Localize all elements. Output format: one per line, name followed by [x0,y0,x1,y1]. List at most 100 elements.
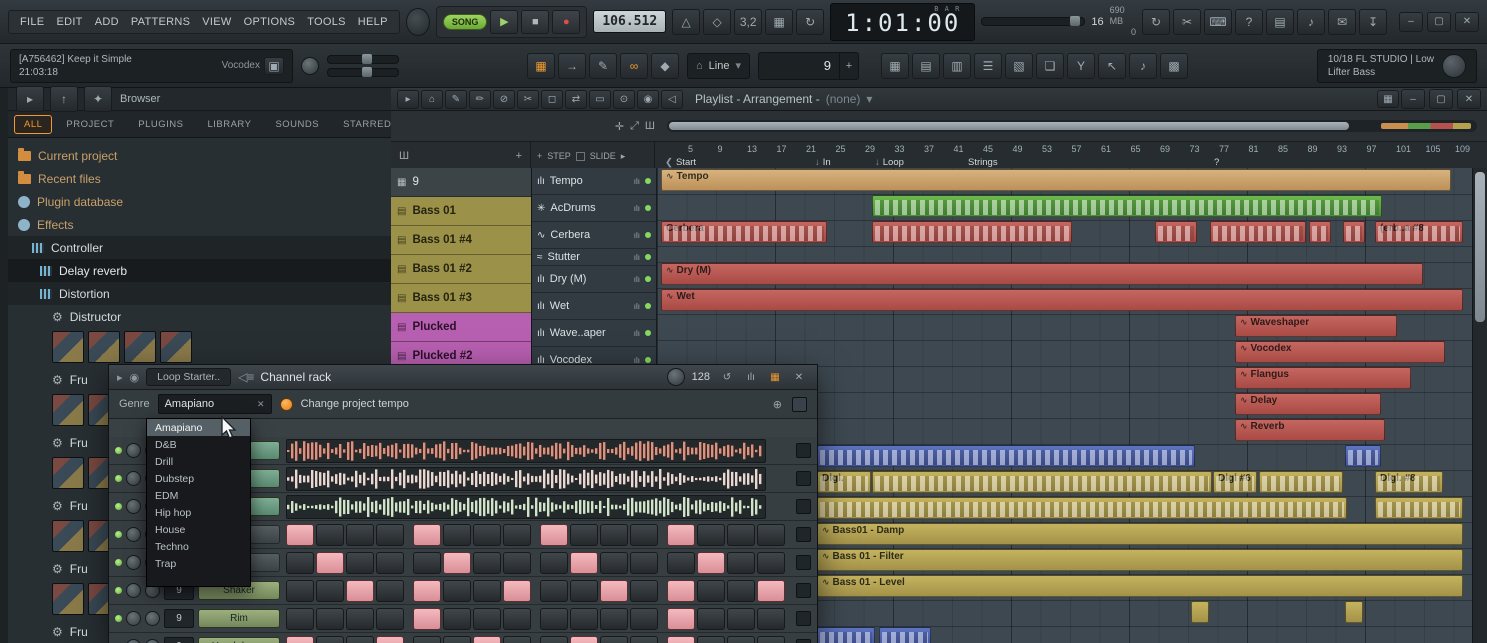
playlist-clip-cerbera[interactable]: Cerbera [661,221,827,243]
pattern-item[interactable]: ▤Bass 01 #2 [391,255,531,284]
collapse-icon[interactable]: ▸ [16,86,44,112]
step-cell[interactable] [727,636,755,643]
volume-knob[interactable] [145,611,160,626]
metronome-icon[interactable]: △ [672,9,700,35]
play-button[interactable]: ▶ [490,10,518,34]
playlist-clip-digi-6[interactable]: Digi #6 [1213,471,1257,493]
track-enable-led[interactable] [645,178,651,184]
step-cell[interactable] [443,524,471,546]
step-cell[interactable] [600,636,628,643]
touch-icon[interactable]: Y [1067,53,1095,79]
playlist-hscrollbar[interactable] [667,120,1477,132]
step-cell[interactable] [727,552,755,574]
slide-toggle[interactable]: SLIDE [590,151,616,161]
volume-knob[interactable] [145,639,160,643]
step-cell[interactable] [757,524,785,546]
step-cell[interactable] [413,608,441,630]
blend-recording-icon[interactable]: ▦ [765,9,793,35]
grid-icon[interactable]: ▦ [765,369,785,385]
preset-thumbnail[interactable] [52,520,84,552]
tempo-dot-icon[interactable] [280,398,293,411]
channel-led[interactable] [115,615,122,622]
step-cell[interactable] [346,524,374,546]
tab-library[interactable]: LIBRARY [197,115,261,134]
star-icon[interactable]: ✦ [84,86,112,112]
up-icon[interactable]: ↑ [50,86,78,112]
save-icon[interactable]: ▤ [1266,9,1294,35]
pattern-mode-icon[interactable]: ▦ [527,53,555,79]
step-cell[interactable] [346,636,374,643]
channel-led[interactable] [115,447,122,454]
playlist-clip[interactable] [1210,221,1306,243]
step-cell[interactable] [757,608,785,630]
mute-icon[interactable]: ✂ [517,90,539,109]
browser-item-recent-files[interactable]: Recent files [8,167,391,190]
step-cell[interactable] [443,552,471,574]
genre-option-dubstep[interactable]: Dubstep [147,470,250,487]
midi-icon[interactable]: ♪ [1297,9,1325,35]
browser-item-distructor[interactable]: ⚙Distructor [8,305,391,328]
playlist-icon[interactable]: ▦ [881,53,909,79]
browser-icon[interactable]: ▧ [1005,53,1033,79]
tab-plugins[interactable]: PLUGINS [128,115,193,134]
step-cell[interactable] [286,552,314,574]
close-icon[interactable]: ✕ [789,369,809,385]
preset-thumbnail[interactable] [52,457,84,489]
tempo-display[interactable]: 106.512 [593,10,666,33]
marker-loop[interactable]: ↓Loop [875,157,904,168]
step-cell[interactable] [376,552,404,574]
channel-led[interactable] [115,559,122,566]
step-cell[interactable] [757,636,785,643]
pan-knob[interactable] [126,499,141,514]
track-header-wet[interactable]: ılıWetılı [532,293,656,320]
genre-option-hip-hop[interactable]: Hip hop [147,504,250,521]
browser-item-effects[interactable]: Effects [8,213,391,236]
stop-button[interactable]: ■ [521,10,549,34]
channel-led[interactable] [115,531,122,538]
playlist-clip-waveshaper[interactable]: ∿Waveshaper [1235,315,1397,337]
step-cell[interactable] [443,608,471,630]
pan-knob[interactable] [126,443,141,458]
step-cell[interactable] [376,580,404,602]
track-enable-led[interactable] [645,254,651,260]
browser-item-delay-reverb[interactable]: Delay reverb [8,259,391,282]
pattern-item[interactable]: ▤Bass 01 #3 [391,284,531,313]
step-cell[interactable] [697,608,725,630]
step-cell[interactable] [667,608,695,630]
plugin-windows-icon[interactable]: ❏ [1036,53,1064,79]
genre-option-house[interactable]: House [147,521,250,538]
channel-button-rim[interactable]: Rim [198,609,280,628]
channel-select-checkbox[interactable] [796,639,811,643]
playlist-clip-tempo[interactable]: ∿Tempo [661,169,1451,191]
waveform-preview[interactable] [286,439,766,463]
playlist-clip[interactable] [872,471,1212,493]
step-cell[interactable] [346,552,374,574]
step-cell[interactable] [570,552,598,574]
step-cell[interactable] [473,552,501,574]
pan-knob[interactable] [126,471,141,486]
preset-thumbnail[interactable] [88,331,120,363]
slip-icon[interactable]: ◻ [541,90,563,109]
playlist-clip-delay[interactable]: ∿Delay [1235,393,1381,415]
step-cell[interactable] [757,580,785,602]
step-cell[interactable] [473,524,501,546]
playlist-clip[interactable] [817,445,1195,467]
step-cell[interactable] [697,552,725,574]
waveform-preview[interactable] [286,467,766,491]
playlist-clip-bass-01-filter[interactable]: ∿Bass 01 - Filter [817,549,1463,571]
picker-add-icon[interactable]: + [516,150,522,162]
step-cell[interactable] [600,608,628,630]
step-cell[interactable] [630,552,658,574]
playlist-clip[interactable] [1191,601,1209,623]
step-toggle[interactable]: STEP [547,151,571,161]
pattern-selector[interactable]: 9 + [758,52,859,80]
step-cell[interactable] [570,636,598,643]
loop-starter-tab[interactable]: Loop Starter.. [146,368,231,386]
step-cell[interactable] [600,552,628,574]
step-cell[interactable] [413,580,441,602]
song-arrow-icon[interactable]: → [558,53,586,79]
step-cell[interactable] [630,580,658,602]
step-cell[interactable] [667,552,695,574]
track-enable-led[interactable] [645,276,651,282]
channel-select-checkbox[interactable] [796,499,811,514]
